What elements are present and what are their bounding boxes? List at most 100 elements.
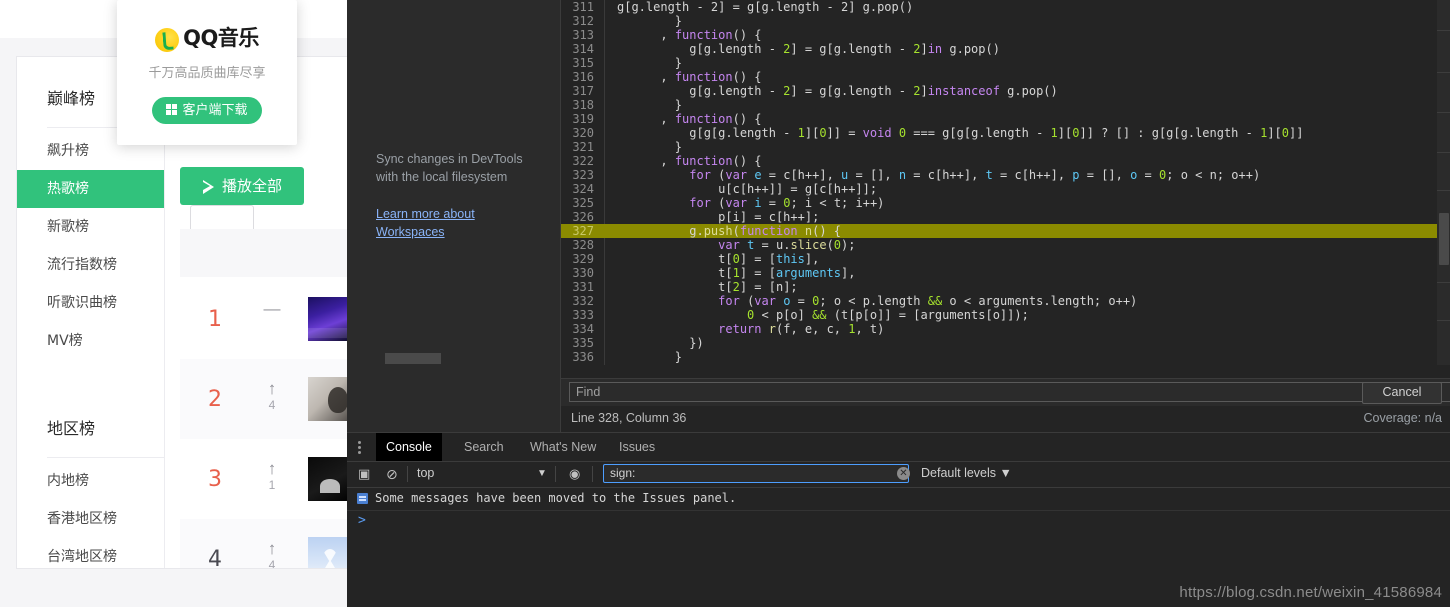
- find-input[interactable]: Find: [569, 382, 1450, 402]
- code-line[interactable]: 327 g.push(function n() {: [561, 224, 1450, 238]
- console-message-text: Some messages have been moved to the Iss…: [375, 491, 737, 505]
- sidebar-item-hot-songs[interactable]: 热歌榜: [17, 170, 164, 208]
- clear-console-icon[interactable]: ⊘: [386, 466, 398, 483]
- code-text: for (var i = 0; i < t; i++): [689, 196, 885, 210]
- code-line[interactable]: 331 t[2] = [n];: [561, 280, 1450, 294]
- code-line[interactable]: 320 g[g[g.length - 1][0]] = void 0 === g…: [561, 126, 1450, 140]
- code-line[interactable]: 321 }: [561, 140, 1450, 154]
- row-rank: 1: [208, 307, 222, 332]
- code-line[interactable]: 337 , function() {: [561, 364, 1450, 365]
- table-row[interactable]: 1 —: [180, 279, 347, 359]
- code-text: , function() {: [660, 154, 762, 168]
- code-line[interactable]: 333 0 < p[o] && (t[p[o]] = [arguments[o]…: [561, 308, 1450, 322]
- code-line[interactable]: 317 g[g.length - 2] = g[g.length - 2]ins…: [561, 84, 1450, 98]
- code-line[interactable]: 313 , function() {: [561, 28, 1450, 42]
- line-number: 314: [561, 42, 605, 56]
- clear-filter-icon[interactable]: ✕: [897, 467, 910, 480]
- execution-context-selector[interactable]: top: [417, 466, 434, 480]
- code-line[interactable]: 315 }: [561, 56, 1450, 70]
- code-line[interactable]: 322 , function() {: [561, 154, 1450, 168]
- code-line[interactable]: 328 var t = u.slice(0);: [561, 238, 1450, 252]
- sidebar-item-popularity-index[interactable]: 流行指数榜: [17, 246, 164, 284]
- code-line[interactable]: 314 g[g.length - 2] = g[g.length - 2]in …: [561, 42, 1450, 56]
- sidebar-item-taiwan[interactable]: 台湾地区榜: [17, 538, 164, 576]
- sidebar-item-new-songs[interactable]: 新歌榜: [17, 208, 164, 246]
- sidebar-item-hongkong[interactable]: 香港地区榜: [17, 500, 164, 538]
- code-line[interactable]: 330 t[1] = [arguments],: [561, 266, 1450, 280]
- line-number: 330: [561, 266, 605, 280]
- code-line[interactable]: 311 g[g.length - 2] = g[g.length - 2] g.p…: [561, 0, 1450, 14]
- code-text: u[c[h++]] = g[c[h++]];: [718, 182, 878, 196]
- live-expression-eye-icon[interactable]: ◉: [569, 466, 580, 482]
- line-number: 334: [561, 322, 605, 336]
- tab-console[interactable]: Console: [376, 433, 442, 461]
- sidebar-item-song-recognition[interactable]: 听歌识曲榜: [17, 284, 164, 322]
- workspaces-learn-more-link[interactable]: Learn more about Workspaces: [376, 205, 546, 241]
- table-row[interactable]: 2 ↑ 4: [180, 359, 347, 439]
- code-text: return r(f, e, c, 1, t): [718, 322, 885, 336]
- line-number: 335: [561, 336, 605, 350]
- sidebar-toggle-icon[interactable]: ▣: [358, 466, 370, 482]
- tab-search[interactable]: Search: [454, 433, 514, 461]
- album-cover[interactable]: [308, 457, 347, 501]
- sidebar-item-mainland[interactable]: 内地榜: [17, 462, 164, 500]
- console-prompt[interactable]: >: [347, 511, 1450, 531]
- editor-horizontal-scroll-thumb[interactable]: [385, 353, 441, 364]
- more-options-icon[interactable]: [358, 441, 361, 454]
- devtools-panel: Sync changes in DevTools with the local …: [347, 0, 1450, 607]
- download-client-button[interactable]: 客户端下载: [152, 97, 262, 124]
- code-text: g[g[g.length - 1][0]] = void 0 === g[g[g…: [689, 126, 1304, 140]
- code-text: g[g.length - 2] = g[g.length - 2]instanc…: [689, 84, 1058, 98]
- code-text: g[g.length - 2] = g[g.length - 2]in g.po…: [689, 42, 1000, 56]
- code-line[interactable]: 326 p[i] = c[h++];: [561, 210, 1450, 224]
- console-message-row[interactable]: Some messages have been moved to the Iss…: [347, 488, 1450, 511]
- sidebar-group-title-region: 地区榜: [47, 419, 96, 438]
- line-number: 317: [561, 84, 605, 98]
- code-text: }: [674, 56, 683, 70]
- code-text: , function() {: [605, 364, 761, 365]
- qq-music-page: 要名 巅峰榜 飙升榜 热歌榜 新歌榜 流行指数榜 听歌识曲榜 MV榜 地区榜 内…: [0, 0, 347, 607]
- code-line[interactable]: 335 }): [561, 336, 1450, 350]
- code-line[interactable]: 312 }: [561, 14, 1450, 28]
- code-line[interactable]: 332 for (var o = 0; o < p.length && o < …: [561, 294, 1450, 308]
- code-line[interactable]: 334 return r(f, e, c, 1, t): [561, 322, 1450, 336]
- play-all-label: 播放全部: [221, 177, 282, 195]
- line-number: 326: [561, 210, 605, 224]
- line-number: 312: [561, 14, 605, 28]
- code-line[interactable]: 323 for (var e = c[h++], u = [], n = c[h…: [561, 168, 1450, 182]
- code-line[interactable]: 325 for (var i = 0; i < t; i++): [561, 196, 1450, 210]
- code-editor[interactable]: 311 g[g.length - 2] = g[g.length - 2] g.p…: [561, 0, 1450, 365]
- code-line[interactable]: 316 , function() {: [561, 70, 1450, 84]
- console-filter-input[interactable]: sign:: [603, 464, 909, 483]
- code-text: for (var o = 0; o < p.length && o < argu…: [718, 294, 1138, 308]
- album-cover[interactable]: [308, 297, 347, 341]
- sidebar-divider-2: [47, 457, 165, 458]
- line-number: 311: [561, 0, 605, 14]
- row-trend: ↑ 1: [260, 459, 284, 492]
- line-number: 336: [561, 350, 605, 364]
- line-number: 316: [561, 70, 605, 84]
- sidebar-item-mv[interactable]: MV榜: [17, 322, 164, 360]
- play-all-button[interactable]: 播放全部: [180, 167, 304, 205]
- tab-issues[interactable]: Issues: [609, 433, 665, 461]
- sources-panel: Sync changes in DevTools with the local …: [347, 0, 1450, 432]
- editor-vertical-scrollbar[interactable]: [1437, 0, 1450, 365]
- table-row[interactable]: 4 ↑ 4: [180, 519, 347, 568]
- find-cancel-button[interactable]: Cancel: [1362, 382, 1442, 404]
- code-text: t[2] = [n];: [718, 280, 798, 294]
- qq-music-logo: QQ音乐: [117, 22, 297, 52]
- code-line[interactable]: 318 }: [561, 98, 1450, 112]
- code-line[interactable]: 324 u[c[h++]] = g[c[h++]];: [561, 182, 1450, 196]
- log-levels-selector[interactable]: Default levels ▼: [921, 466, 1012, 480]
- album-cover[interactable]: [308, 377, 347, 421]
- tab-whats-new[interactable]: What's New: [520, 433, 606, 461]
- trend-value: 4: [268, 398, 276, 412]
- album-cover[interactable]: [308, 537, 347, 568]
- code-line[interactable]: 336 }: [561, 350, 1450, 364]
- editor-vertical-scroll-thumb[interactable]: [1439, 213, 1449, 265]
- code-line[interactable]: 329 t[0] = [this],: [561, 252, 1450, 266]
- table-row[interactable]: 3 ↑ 1: [180, 439, 347, 519]
- chevron-down-icon[interactable]: ▼: [537, 468, 547, 479]
- line-number: 325: [561, 196, 605, 210]
- code-line[interactable]: 319 , function() {: [561, 112, 1450, 126]
